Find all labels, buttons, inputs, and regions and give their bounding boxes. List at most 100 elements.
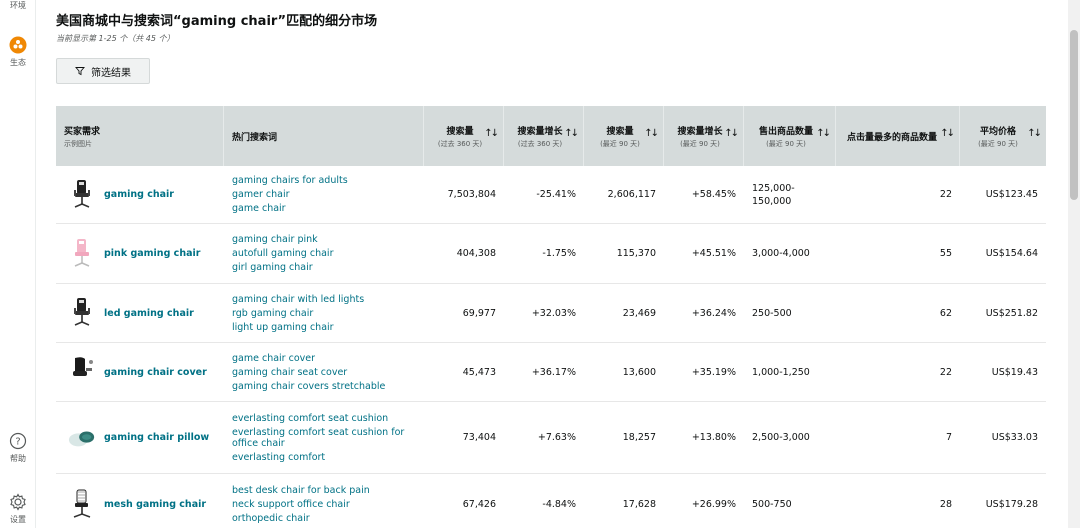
product-thumbnail[interactable] [68, 488, 96, 522]
sort-icon[interactable]: ↑↓ [724, 128, 739, 139]
search-term-link[interactable]: neck support office chair [232, 499, 370, 510]
niche-link[interactable]: gaming chair cover [104, 367, 207, 378]
col-header-sub: (最近 90 天) [766, 139, 806, 148]
search-term-link[interactable]: gaming chair covers stretchable [232, 381, 385, 392]
table-row[interactable]: gaming chair pillow everlasting comfort … [56, 402, 1046, 474]
niche-link[interactable]: led gaming chair [104, 308, 194, 319]
search-term-link[interactable]: gaming chairs for adults [232, 175, 348, 186]
search-term-link[interactable]: girl gaming chair [232, 262, 333, 273]
rail-item-eco[interactable]: 生态 [0, 36, 36, 68]
table-row[interactable]: gaming chair cover game chair cover gamin… [56, 343, 1046, 402]
product-thumbnail[interactable] [68, 237, 96, 271]
table-row[interactable]: pink gaming chair gaming chair pink autof… [56, 224, 1046, 284]
search-term-link[interactable]: everlasting comfort seat cushion [232, 413, 416, 424]
top-terms-cell: gaming chair with led lights rgb gaming c… [224, 284, 424, 342]
rail-help-label: 帮助 [10, 454, 26, 463]
growth-360-cell: +32.03% [531, 307, 576, 319]
search-term-link[interactable]: gaming chair pink [232, 234, 333, 245]
search-term-link[interactable]: everlasting comfort seat cushion for off… [232, 427, 416, 449]
search-term-link[interactable]: gamer chair [232, 189, 348, 200]
search-volume-360-cell: 67,426 [462, 499, 496, 510]
table-row[interactable]: mesh gaming chair best desk chair for ba… [56, 474, 1046, 528]
search-term-link[interactable]: light up gaming chair [232, 322, 364, 333]
search-term-link[interactable]: gaming chair seat cover [232, 367, 385, 378]
help-icon: ? [9, 432, 27, 450]
buyer-need-cell: gaming chair pillow [56, 402, 224, 473]
terms-list: game chair cover gaming chair seat cover g… [232, 353, 385, 392]
search-term-link[interactable]: game chair cover [232, 353, 385, 364]
search-volume-90-cell: 17,628 [622, 499, 656, 510]
rail-env-label: 环境 [10, 1, 26, 10]
product-thumbnail[interactable] [68, 355, 96, 389]
table-body: gaming chair gaming chairs for adults gam… [56, 166, 1046, 528]
niche-link[interactable]: mesh gaming chair [104, 499, 206, 510]
col-header-top-clicked[interactable]: 点击量最多的商品数量 ↑↓ [836, 106, 960, 166]
col-header-label: 搜索量 [446, 126, 474, 137]
top-clicked-cell: 55 [939, 248, 952, 259]
buyer-need-cell: pink gaming chair [56, 224, 224, 283]
rail-item-help[interactable]: ? 帮助 [0, 432, 36, 464]
niche-link[interactable]: gaming chair pillow [104, 432, 209, 443]
growth-360-cell: -25.41% [536, 189, 576, 200]
search-volume-360-cell: 404,308 [456, 248, 496, 259]
top-terms-cell: gaming chairs for adults gamer chair game … [224, 166, 424, 223]
sort-icon[interactable]: ↑↓ [484, 128, 499, 139]
search-term-link[interactable]: gaming chair with led lights [232, 294, 364, 305]
col-header-units-sold[interactable]: 售出商品数量 (最近 90 天) ↑↓ [744, 106, 836, 166]
left-rail: 环境 生态 ? 帮助 设置 [0, 0, 36, 528]
growth-90-cell: +35.19% [691, 366, 736, 378]
terms-list: best desk chair for back pain neck suppor… [232, 485, 370, 524]
eco-icon [9, 36, 27, 54]
growth-360-cell: +36.17% [531, 366, 576, 378]
rail-settings-label: 设置 [10, 515, 26, 524]
col-header-growth-90[interactable]: 搜索量增长 (最近 90 天) ↑↓ [664, 106, 744, 166]
col-header-sub: 示例图片 [64, 139, 92, 148]
sort-icon[interactable]: ↑↓ [1027, 128, 1042, 139]
search-term-link[interactable]: orthopedic chair [232, 513, 370, 524]
product-thumbnail[interactable] [68, 178, 96, 212]
col-header-search-volume-90[interactable]: 搜索量 (最近 90 天) ↑↓ [584, 106, 664, 166]
growth-360-cell: -4.84% [542, 499, 576, 510]
top-clicked-cell: 62 [939, 307, 952, 319]
sort-icon[interactable]: ↑↓ [940, 128, 955, 139]
search-term-link[interactable]: best desk chair for back pain [232, 485, 370, 496]
search-term-link[interactable]: game chair [232, 203, 348, 214]
col-header-label: 搜索量增长 [677, 126, 723, 137]
scrollbar-thumb[interactable] [1070, 30, 1078, 200]
col-header-avg-price[interactable]: 平均价格 (最近 90 天) ↑↓ [960, 106, 1046, 166]
product-thumbnail[interactable] [68, 421, 96, 455]
growth-360-cell: -1.75% [542, 248, 576, 259]
sort-icon[interactable]: ↑↓ [564, 128, 579, 139]
table-row[interactable]: gaming chair gaming chairs for adults gam… [56, 166, 1046, 224]
col-header-growth-360[interactable]: 搜索量增长 (过去 360 天) ↑↓ [504, 106, 584, 166]
growth-90-cell: +13.80% [691, 432, 736, 443]
filter-results-button[interactable]: 筛选结果 [56, 58, 150, 84]
col-header-label: 热门搜索词 [232, 132, 278, 143]
col-header-buyer-need[interactable]: 买家需求 示例图片 [56, 106, 224, 166]
avg-price-cell: US$179.28 [985, 499, 1038, 510]
search-volume-90-cell: 13,600 [622, 366, 656, 378]
avg-price-cell: US$154.64 [985, 248, 1038, 259]
sort-icon[interactable]: ↑↓ [644, 128, 659, 139]
page-title: 美国商城中与搜索词“gaming chair”匹配的细分市场 [56, 14, 378, 29]
rail-item-settings[interactable]: 设置 [0, 493, 36, 525]
top-terms-cell: everlasting comfort seat cushion everlast… [224, 402, 424, 473]
page-scrollbar[interactable] [1068, 0, 1080, 528]
growth-90-cell: +36.24% [691, 307, 736, 319]
search-term-link[interactable]: rgb gaming chair [232, 308, 364, 319]
product-thumbnail[interactable] [68, 296, 96, 330]
sort-icon[interactable]: ↑↓ [816, 128, 831, 139]
svg-text:?: ? [15, 437, 20, 448]
col-header-search-volume-360[interactable]: 搜索量 (过去 360 天) ↑↓ [424, 106, 504, 166]
search-term-link[interactable]: everlasting comfort [232, 452, 416, 463]
avg-price-cell: US$251.82 [985, 307, 1038, 319]
search-term-link[interactable]: autofull gaming chair [232, 248, 333, 259]
table-header: 买家需求 示例图片 热门搜索词 搜索量 (过去 360 天) ↑↓ 搜索量增长 (过去… [56, 106, 1046, 166]
units-sold-cell: 250-500 [752, 307, 792, 319]
col-header-sub: (过去 360 天) [517, 139, 563, 148]
col-header-top-terms[interactable]: 热门搜索词 [224, 106, 424, 166]
rail-item-env[interactable]: 环境 [0, 0, 36, 11]
niche-link[interactable]: gaming chair [104, 189, 174, 200]
niche-link[interactable]: pink gaming chair [104, 248, 200, 259]
table-row[interactable]: led gaming chair gaming chair with led l… [56, 284, 1046, 343]
